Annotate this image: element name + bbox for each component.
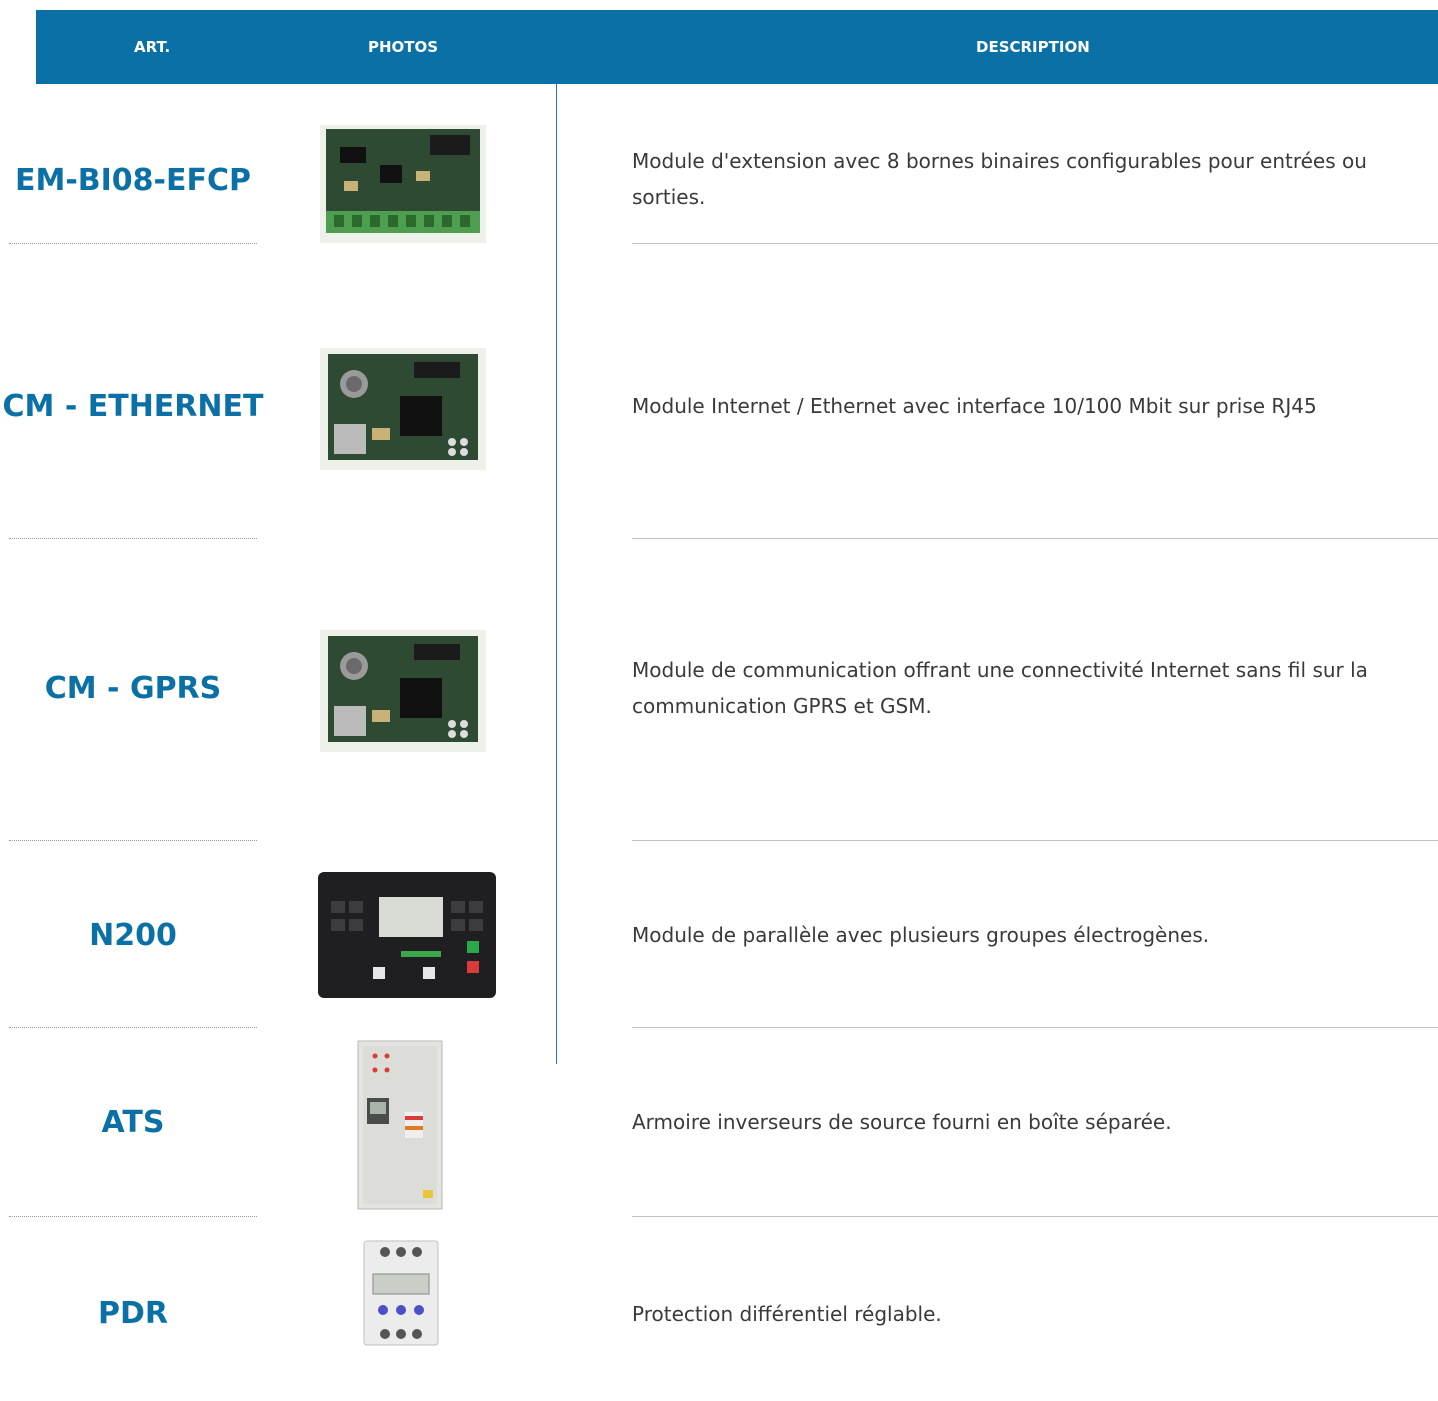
art-code: PDR: [98, 1296, 168, 1331]
row-separator: [9, 243, 257, 244]
column-header-photos: PHOTOS: [368, 38, 439, 56]
expansion-board-icon: [320, 125, 486, 243]
row-separator: [9, 1216, 257, 1217]
controller-panel-icon: [317, 871, 497, 999]
art-code: CM - ETHERNET: [2, 389, 264, 424]
art-code: ATS: [101, 1105, 165, 1140]
row-rule: [632, 1027, 1438, 1028]
row-rule: [632, 1216, 1438, 1217]
differential-relay-icon: [363, 1240, 439, 1346]
description-text: Protection différentiel réglable.: [632, 1302, 942, 1326]
art-code: EM-BI08-EFCP: [14, 163, 251, 198]
description-text: Module d'extension avec 8 bornes binaire…: [632, 149, 1367, 209]
column-header-description: DESCRIPTION: [976, 38, 1090, 56]
art-code: N200: [89, 918, 177, 953]
column-header-art: ART.: [134, 38, 171, 56]
row-rule: [632, 538, 1438, 539]
description-text: Module de communication offrant une conn…: [632, 658, 1368, 718]
description-text: Module Internet / Ethernet avec interfac…: [632, 394, 1317, 418]
description-text: Module de parallèle avec plusieurs group…: [632, 923, 1210, 947]
column-divider: [556, 84, 557, 1064]
gprs-board-icon: [320, 630, 486, 752]
table-header: ART. PHOTOS DESCRIPTION: [36, 10, 1438, 84]
row-separator: [9, 840, 257, 841]
ethernet-board-icon: [320, 348, 486, 470]
row-separator: [9, 1027, 257, 1028]
switch-cabinet-icon: [357, 1040, 443, 1210]
row-rule: [632, 243, 1438, 244]
row-separator: [9, 538, 257, 539]
row-rule: [632, 840, 1438, 841]
art-code: CM - GPRS: [44, 671, 222, 706]
description-text: Armoire inverseurs de source fourni en b…: [632, 1110, 1172, 1134]
